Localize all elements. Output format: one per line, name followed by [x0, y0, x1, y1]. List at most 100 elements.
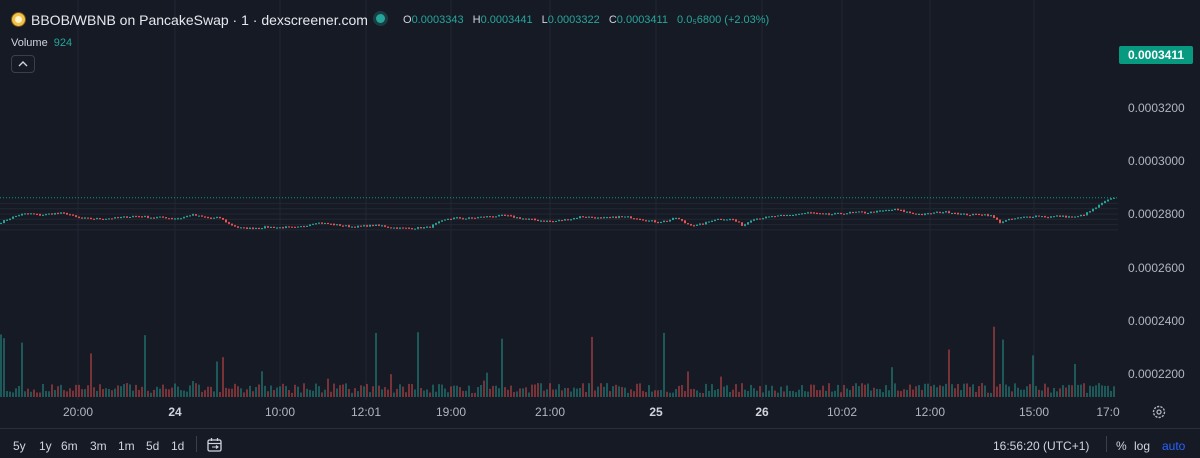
- volume-bar: [693, 388, 695, 397]
- candle-body: [90, 217, 92, 219]
- calendar-icon[interactable]: [206, 437, 224, 453]
- candle-body: [450, 218, 452, 220]
- candle-body: [726, 219, 728, 221]
- candle-body: [684, 220, 686, 224]
- candle-body: [33, 213, 35, 215]
- candle-body: [498, 215, 500, 217]
- candle-body: [234, 225, 236, 227]
- volume-bar: [657, 390, 659, 397]
- candle-body: [645, 220, 647, 222]
- candle-body: [390, 227, 392, 229]
- volume-bar: [744, 389, 746, 397]
- volume-bar: [63, 390, 65, 397]
- candle-body: [642, 219, 644, 221]
- price-chart[interactable]: [0, 0, 1118, 400]
- volume-bar: [360, 385, 362, 397]
- candle-body: [741, 222, 743, 226]
- candle-body: [879, 210, 881, 212]
- volume-bar: [327, 378, 329, 397]
- volume-bar: [177, 386, 179, 397]
- volume-bar: [1089, 385, 1091, 397]
- percent-scale-button[interactable]: %: [1116, 439, 1127, 453]
- volume-bar: [480, 384, 482, 397]
- volume-bar: [501, 338, 503, 397]
- candle-body: [1089, 211, 1091, 213]
- time-axis-label: 20:00: [62, 405, 94, 419]
- candle-body: [27, 213, 29, 215]
- candle-body: [1038, 215, 1040, 217]
- candle-body: [783, 215, 785, 217]
- candle-body: [570, 219, 572, 221]
- log-scale-button[interactable]: log: [1134, 439, 1150, 453]
- candle-body: [654, 220, 656, 223]
- volume-bar: [1005, 384, 1007, 397]
- range-button-1m[interactable]: 1m: [118, 439, 135, 453]
- range-button-6m[interactable]: 6m: [61, 439, 78, 453]
- candle-body: [1041, 216, 1043, 218]
- volume-bar: [81, 389, 83, 397]
- volume-bar: [105, 388, 107, 397]
- candle-body: [267, 226, 269, 228]
- candle-body: [1113, 197, 1115, 199]
- volume-label: Volume: [11, 37, 48, 49]
- candle-body: [300, 226, 302, 228]
- candle-body: [870, 211, 872, 213]
- volume-bar: [684, 391, 686, 397]
- range-button-3m[interactable]: 3m: [90, 439, 107, 453]
- utc-clock[interactable]: 16:56:20 (UTC+1): [993, 439, 1089, 453]
- volume-bar: [951, 384, 953, 397]
- volume-bar: [60, 384, 62, 397]
- auto-scale-button[interactable]: auto: [1162, 439, 1185, 453]
- volume-bar: [855, 383, 857, 397]
- volume-bar: [1107, 385, 1109, 397]
- candle-body: [876, 210, 878, 213]
- candle-body: [465, 218, 467, 220]
- volume-bar: [222, 357, 224, 397]
- volume-bar: [660, 390, 662, 397]
- candle-body: [1095, 207, 1097, 209]
- range-button-1y[interactable]: 1y: [39, 439, 52, 453]
- candle-body: [918, 213, 920, 215]
- volume-bar: [1029, 384, 1031, 397]
- volume-bar: [144, 335, 146, 397]
- volume-bar: [411, 384, 413, 397]
- volume-bar: [159, 388, 161, 397]
- volume-bar: [393, 392, 395, 397]
- volume-bar: [993, 326, 995, 397]
- volume-bar: [801, 385, 803, 397]
- candle-body: [819, 213, 821, 215]
- candle-body: [252, 227, 254, 229]
- collapse-legend-button[interactable]: [11, 55, 35, 73]
- volume-bar: [699, 392, 701, 397]
- volume-bar: [1047, 387, 1049, 397]
- candle-body: [978, 214, 980, 216]
- candle-body: [12, 216, 14, 219]
- candle-body: [915, 213, 917, 215]
- volume-bar: [111, 390, 113, 397]
- volume-bar: [729, 391, 731, 397]
- candle-body: [288, 226, 290, 228]
- candle-body: [324, 222, 326, 224]
- candle-body: [165, 217, 167, 219]
- candle-body: [342, 225, 344, 227]
- gear-icon[interactable]: [1151, 404, 1167, 420]
- volume-bar: [792, 390, 794, 397]
- volume-bar: [471, 392, 473, 397]
- volume-bar: [198, 384, 200, 397]
- time-axis[interactable]: 20:00 24 10:00 12:01 19:00 21:00 25 26 1…: [0, 400, 1120, 424]
- candle-body: [348, 225, 350, 227]
- range-button-5d[interactable]: 5d: [146, 439, 159, 453]
- volume-bar: [138, 389, 140, 397]
- volume-bar: [423, 390, 425, 397]
- volume-bar: [825, 390, 827, 397]
- volume-bar: [765, 384, 767, 397]
- volume-bar: [546, 389, 548, 397]
- candle-body: [1011, 218, 1013, 220]
- candle-body: [453, 217, 455, 219]
- candle-body: [393, 227, 395, 229]
- volume-bar: [816, 390, 818, 397]
- range-button-5y[interactable]: 5y: [13, 439, 26, 453]
- candle-body: [540, 220, 542, 222]
- range-button-1d[interactable]: 1d: [171, 439, 184, 453]
- candle-body: [432, 224, 434, 228]
